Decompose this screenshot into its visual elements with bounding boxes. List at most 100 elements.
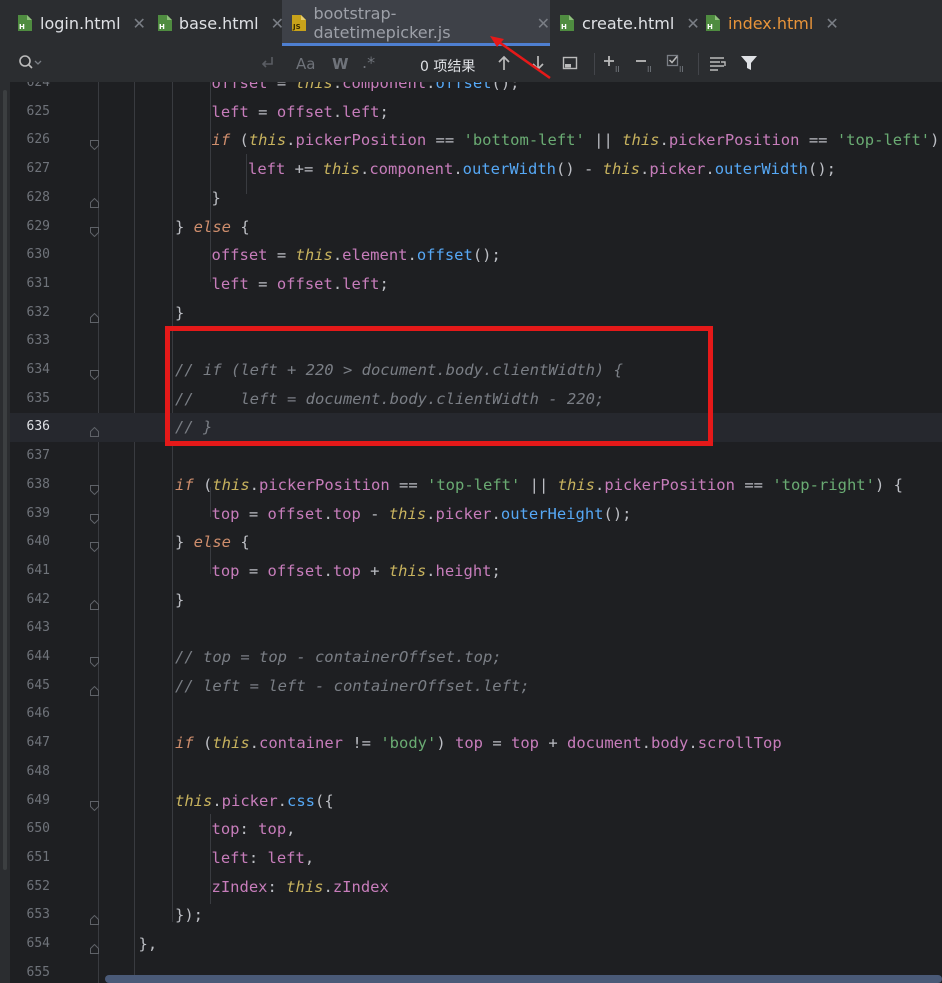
line-number: 644 — [26, 649, 50, 664]
close-icon[interactable]: ✕ — [133, 14, 146, 33]
fold-open-icon[interactable] — [90, 480, 99, 496]
fold-close-icon[interactable] — [90, 681, 99, 696]
remove-occurrence-icon[interactable]: II — [634, 54, 656, 78]
code-line[interactable]: 652 zIndex: this.zIndex — [10, 873, 942, 902]
line-number: 625 — [26, 103, 50, 119]
code-line[interactable]: 640} else { — [10, 528, 942, 557]
code-line[interactable]: 646 — [10, 700, 942, 729]
code-text: this.picker.css({ — [175, 791, 334, 810]
tab-login-html[interactable]: H login.html ✕ — [18, 0, 158, 46]
search-icon[interactable] — [18, 54, 42, 76]
code-text: top: top, — [211, 820, 296, 839]
code-line[interactable]: 643 — [10, 614, 942, 643]
code-line[interactable]: 647 if (this.container != 'body') top = t… — [10, 729, 942, 758]
add-occurrence-icon[interactable]: II — [602, 54, 624, 78]
line-number: 630 — [26, 247, 50, 263]
code-text: left = offset.left; — [211, 274, 389, 293]
line-number: 640 — [26, 534, 50, 550]
code-text: if (this.pickerPosition == 'bottom-left'… — [211, 131, 940, 150]
code-line[interactable]: 626 if (this.pickerPosition == 'bottom-le… — [10, 126, 942, 155]
horizontal-scrollbar[interactable] — [105, 975, 942, 983]
fold-close-icon[interactable] — [90, 910, 99, 926]
tab-index-html[interactable]: H index.html ✕ — [706, 0, 846, 46]
match-case-toggle[interactable]: Aa — [296, 55, 315, 73]
line-number: 634 — [26, 362, 50, 377]
code-editor[interactable]: 624 offset = this.component.offset(); 625 l… — [10, 82, 942, 983]
code-text: top = offset.top + this.height; — [211, 561, 501, 580]
code-line[interactable]: 649 this.picker.css({ — [10, 787, 942, 816]
fold-open-icon[interactable] — [90, 509, 99, 524]
fold-open-icon[interactable] — [90, 135, 99, 151]
close-icon[interactable]: ✕ — [537, 14, 550, 33]
line-number: 641 — [26, 562, 50, 578]
html-file-icon: H — [158, 15, 172, 31]
close-icon[interactable]: ✕ — [825, 14, 838, 33]
code-text: } — [211, 188, 221, 207]
line-number: 654 — [26, 936, 50, 951]
line-number: 651 — [26, 849, 50, 865]
svg-text:II: II — [615, 65, 620, 74]
html-file-icon: H — [18, 15, 32, 31]
code-line[interactable]: 648 — [10, 758, 942, 787]
code-line[interactable]: 650 top: top, — [10, 815, 942, 844]
toolbar-separator — [698, 53, 699, 75]
tab-base-html[interactable]: H base.html ✕ — [158, 0, 284, 46]
replace-arrow-icon[interactable] — [258, 54, 276, 76]
code-line[interactable]: 628} — [10, 184, 942, 213]
code-line[interactable]: 631 left = offset.left; — [10, 270, 942, 299]
line-number: 653 — [26, 907, 50, 923]
toolbar-separator — [594, 53, 595, 75]
close-icon[interactable]: ✕ — [686, 14, 699, 33]
code-line[interactable]: 644 // top = top - containerOffset.top; — [10, 643, 942, 672]
fold-close-icon[interactable] — [90, 422, 99, 438]
fold-close-icon[interactable] — [90, 308, 99, 323]
code-line[interactable]: 637 — [10, 442, 942, 471]
code-line[interactable]: 627 left += this.component.outerWidth() -… — [10, 155, 942, 184]
tab-label: base.html — [178, 13, 259, 33]
filter-lines-icon[interactable] — [708, 54, 728, 76]
code-line[interactable]: 638 if (this.pickerPosition == 'top-left'… — [10, 471, 942, 500]
annotation-arrow-icon — [490, 36, 551, 80]
fold-open-icon[interactable] — [90, 222, 99, 237]
code-line[interactable]: 629} else { — [10, 213, 942, 242]
line-number: 636 — [26, 419, 50, 435]
fold-close-icon[interactable] — [90, 595, 99, 610]
code-line[interactable]: 645 // left = left - containerOffset.left… — [10, 672, 942, 701]
regex-toggle[interactable]: .* — [362, 53, 375, 72]
code-line[interactable]: 642} — [10, 586, 942, 615]
code-line[interactable]: 641 top = offset.top + this.height; — [10, 557, 942, 586]
fold-open-icon[interactable] — [90, 796, 99, 811]
tab-create-html[interactable]: H create.html ✕ — [560, 0, 700, 46]
fold-open-icon[interactable] — [90, 365, 99, 381]
code-line[interactable]: 625 left = offset.left; — [10, 98, 942, 127]
filter-icon[interactable] — [740, 54, 758, 76]
code-text: } else { — [175, 217, 250, 236]
fold-open-icon[interactable] — [90, 537, 99, 553]
line-number: 655 — [26, 964, 50, 980]
open-in-window-icon[interactable] — [562, 54, 578, 76]
fold-open-icon[interactable] — [90, 652, 99, 668]
code-line[interactable]: 639 top = offset.top - this.picker.outerH… — [10, 500, 942, 529]
code-line[interactable]: 630 offset = this.element.offset(); — [10, 241, 942, 270]
tab-label: login.html — [40, 13, 121, 33]
line-number: 632 — [26, 304, 50, 320]
line-number: 626 — [26, 132, 50, 148]
find-bar: Aa W .* 0 项结果 II II II — [10, 46, 942, 83]
code-line[interactable]: 632} — [10, 299, 942, 328]
html-file-icon: H — [706, 15, 720, 31]
search-result-count: 0 项结果 — [420, 59, 476, 75]
select-all-occurrences-icon[interactable]: II — [666, 54, 688, 78]
code-line[interactable]: 651 left: left, — [10, 844, 942, 873]
line-number: 652 — [26, 878, 50, 894]
code-text: // top = top - containerOffset.top; — [175, 648, 502, 666]
fold-close-icon[interactable] — [90, 193, 99, 208]
code-text: top = offset.top - this.picker.outerHeig… — [211, 504, 632, 523]
fold-close-icon[interactable] — [90, 939, 99, 954]
svg-text:II: II — [679, 65, 684, 74]
code-line[interactable]: 654}, — [10, 930, 942, 959]
whole-words-toggle[interactable]: W — [332, 55, 349, 73]
structure-bar[interactable] — [3, 90, 7, 870]
code-line[interactable]: 653}); — [10, 901, 942, 930]
code-line[interactable]: 624 offset = this.component.offset(); — [10, 82, 942, 98]
line-number: 647 — [26, 735, 50, 751]
